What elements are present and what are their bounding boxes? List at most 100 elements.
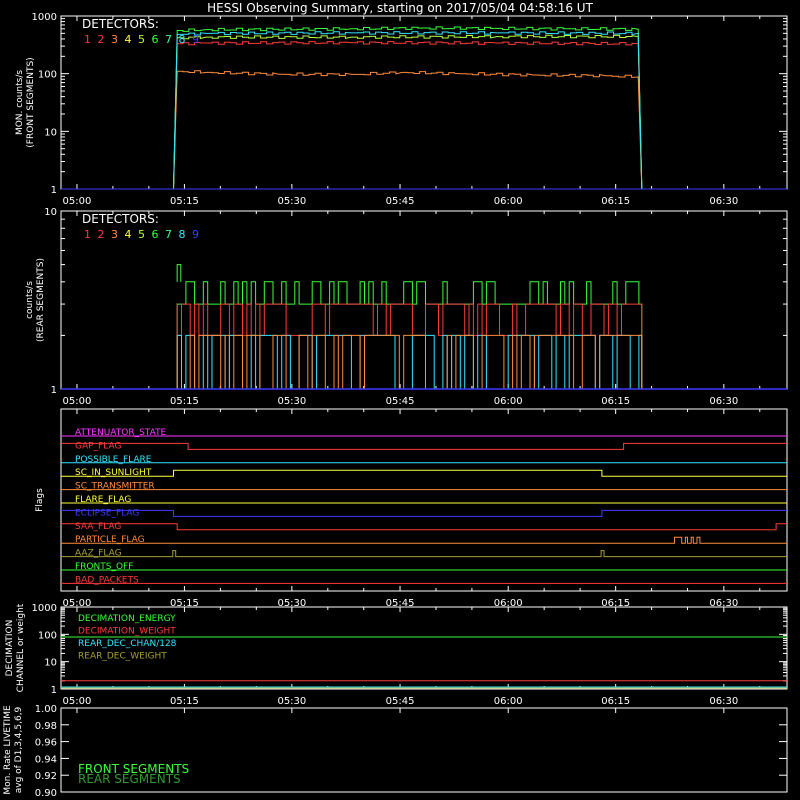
decimation-legend-3: REAR_DEC_WEIGHT xyxy=(78,652,167,662)
y-axis-label-line: avg of D1,3,4,5,6,9 xyxy=(14,706,24,793)
hessi-summary-chart: HESSI Observing Summary, starting on 201… xyxy=(3,1,788,799)
flag-line-gap-flag xyxy=(61,442,787,450)
x-tick-label: 06:30 xyxy=(709,696,738,707)
y-tick-label: 1000 xyxy=(32,603,57,614)
flag-line-particle-flag xyxy=(61,536,787,544)
y-tick-label: 1.00 xyxy=(35,704,57,715)
flag-label-aaz-flag: AAZ_FLAG xyxy=(75,549,122,559)
x-tick-label: 05:00 xyxy=(63,396,92,407)
y-axis-label-line: (REAR SEGMENTS) xyxy=(36,258,46,342)
front-series-detector-8 xyxy=(61,31,787,190)
decimation-legend-1: DECIMATION_WEIGHT xyxy=(78,627,176,637)
flag-label-attenuator-state: ATTENUATOR_STATE xyxy=(75,428,167,438)
legend-detector-3: 3 xyxy=(111,228,118,241)
y-tick-label: 100 xyxy=(38,70,57,81)
legend-detector-3: 3 xyxy=(111,33,118,46)
x-tick-label: 05:15 xyxy=(170,196,199,207)
decimation-legend-2: REAR_DEC_CHAN/128 xyxy=(78,639,177,649)
flag-line-aaz-flag xyxy=(61,550,787,558)
flag-label-fronts-off: FRONTS_OFF xyxy=(75,562,133,572)
legend-detector-2: 2 xyxy=(98,33,105,46)
y-axis-label-line: Mon. Rate LIVETIME xyxy=(3,705,13,795)
legend-detector-9: 9 xyxy=(192,228,199,241)
front-series-detector-1 xyxy=(61,41,787,190)
rear-green-spike xyxy=(176,264,182,282)
legend-detector-5: 5 xyxy=(138,228,145,241)
legend-detector-6: 6 xyxy=(152,33,159,46)
legend-detector-6: 6 xyxy=(152,228,159,241)
y-tick-label: 1 xyxy=(51,385,57,396)
y-axis-label-line: DECIMATION xyxy=(5,620,15,677)
x-tick-label: 05:45 xyxy=(386,696,415,707)
legend-detector-7: 7 xyxy=(165,228,172,241)
y-tick-label: 100 xyxy=(38,630,57,641)
flag-line-eclipse-flag xyxy=(61,509,787,517)
y-tick-label: 0.96 xyxy=(35,738,57,749)
x-tick-label: 05:15 xyxy=(170,696,199,707)
legend-detector-1: 1 xyxy=(84,228,91,241)
legend-detector-4: 4 xyxy=(125,228,132,241)
flag-label-bad-packets: BAD_PACKETS xyxy=(75,575,139,585)
front-y-label: MON. counts/s (FRONT SEGMENTS) xyxy=(15,57,36,147)
x-tick-label: 06:15 xyxy=(601,196,630,207)
flag-label-sc-transmitter: SC_TRANSMITTER xyxy=(75,482,155,492)
x-tick-label: 06:15 xyxy=(601,396,630,407)
legend-detector-7: 7 xyxy=(165,33,172,46)
x-tick-label: 05:45 xyxy=(386,396,415,407)
y-axis-label-line: CHANNEL or weight xyxy=(16,603,26,692)
flag-label-particle-flag: PARTICLE_FLAG xyxy=(75,535,145,545)
y-tick-label: 0.98 xyxy=(35,721,57,732)
front-series-detector-5 xyxy=(61,34,787,190)
y-tick-label: 0.92 xyxy=(35,771,57,782)
x-tick-label: 06:15 xyxy=(601,696,630,707)
y-tick-label: 10 xyxy=(44,127,57,138)
flag-label-gap-flag: GAP_FLAG xyxy=(75,441,121,451)
x-tick-label: 06:30 xyxy=(709,396,738,407)
legend-detector-9: 9 xyxy=(192,33,199,46)
flag-line-sc-in-sunlight xyxy=(61,469,787,477)
front-series-detector-3 xyxy=(61,70,787,190)
flag-label-possible-flare: POSSIBLE_FLARE xyxy=(75,455,152,465)
flag-label-flare-flag: FLARE_FLAG xyxy=(75,495,131,505)
flag-line-saa-flag xyxy=(61,523,787,531)
x-tick-label: 05:30 xyxy=(277,696,306,707)
legend-detector-2: 2 xyxy=(98,228,105,241)
y-tick-label: 10 xyxy=(44,207,57,218)
y-tick-label: 10 xyxy=(44,658,57,669)
legend-detector-1: 1 xyxy=(84,33,91,46)
x-tick-label: 05:00 xyxy=(63,696,92,707)
legend-detector-8: 8 xyxy=(179,228,186,241)
legend-detector-4: 4 xyxy=(125,33,132,46)
legend-title: DETECTORS: xyxy=(82,212,159,226)
rear-y-label: counts/s (REAR SEGMENTS) xyxy=(25,258,46,342)
y-tick-label: 0.94 xyxy=(35,754,57,765)
x-tick-label: 06:00 xyxy=(494,696,523,707)
rear-series-detector-3 xyxy=(176,334,643,390)
x-tick-label: 05:45 xyxy=(386,196,415,207)
x-tick-label: 05:15 xyxy=(170,396,199,407)
livetime-y-label: Mon. Rate LIVETIME avg of D1,3,4,5,6,9 xyxy=(3,705,24,795)
legend-title: DETECTORS: xyxy=(82,17,159,31)
x-tick-label: 06:00 xyxy=(494,196,523,207)
y-axis-label-line: (FRONT SEGMENTS) xyxy=(26,57,36,147)
front-series-detector-6 xyxy=(61,26,787,190)
flag-label-eclipse-flag: ECLIPSE_FLAG xyxy=(75,508,139,518)
x-tick-label: 05:30 xyxy=(277,196,306,207)
decimation-y-label: DECIMATION CHANNEL or weight xyxy=(5,603,26,692)
y-axis-label-line: counts/s xyxy=(25,281,35,319)
livetime-legend-1: REAR SEGMENTS xyxy=(78,772,181,786)
y-tick-label: 0.90 xyxy=(35,788,57,799)
y-axis-label-line: Flags xyxy=(35,488,45,512)
legend-detector-5: 5 xyxy=(138,33,145,46)
x-tick-label: 06:00 xyxy=(494,396,523,407)
flag-label-saa-flag: SAA_FLAG xyxy=(75,522,121,532)
x-tick-label: 06:30 xyxy=(709,196,738,207)
decimation-legend-0: DECIMATION_ENERGY xyxy=(78,614,176,624)
flags-y-label: Flags xyxy=(35,488,45,512)
x-tick-label: 05:00 xyxy=(63,196,92,207)
y-tick-label: 1000 xyxy=(32,12,57,23)
y-tick-label: 1 xyxy=(51,685,57,696)
flag-label-sc-in-sunlight: SC_IN_SUNLIGHT xyxy=(75,468,152,478)
x-tick-label: 05:30 xyxy=(277,396,306,407)
legend-detector-8: 8 xyxy=(179,33,186,46)
